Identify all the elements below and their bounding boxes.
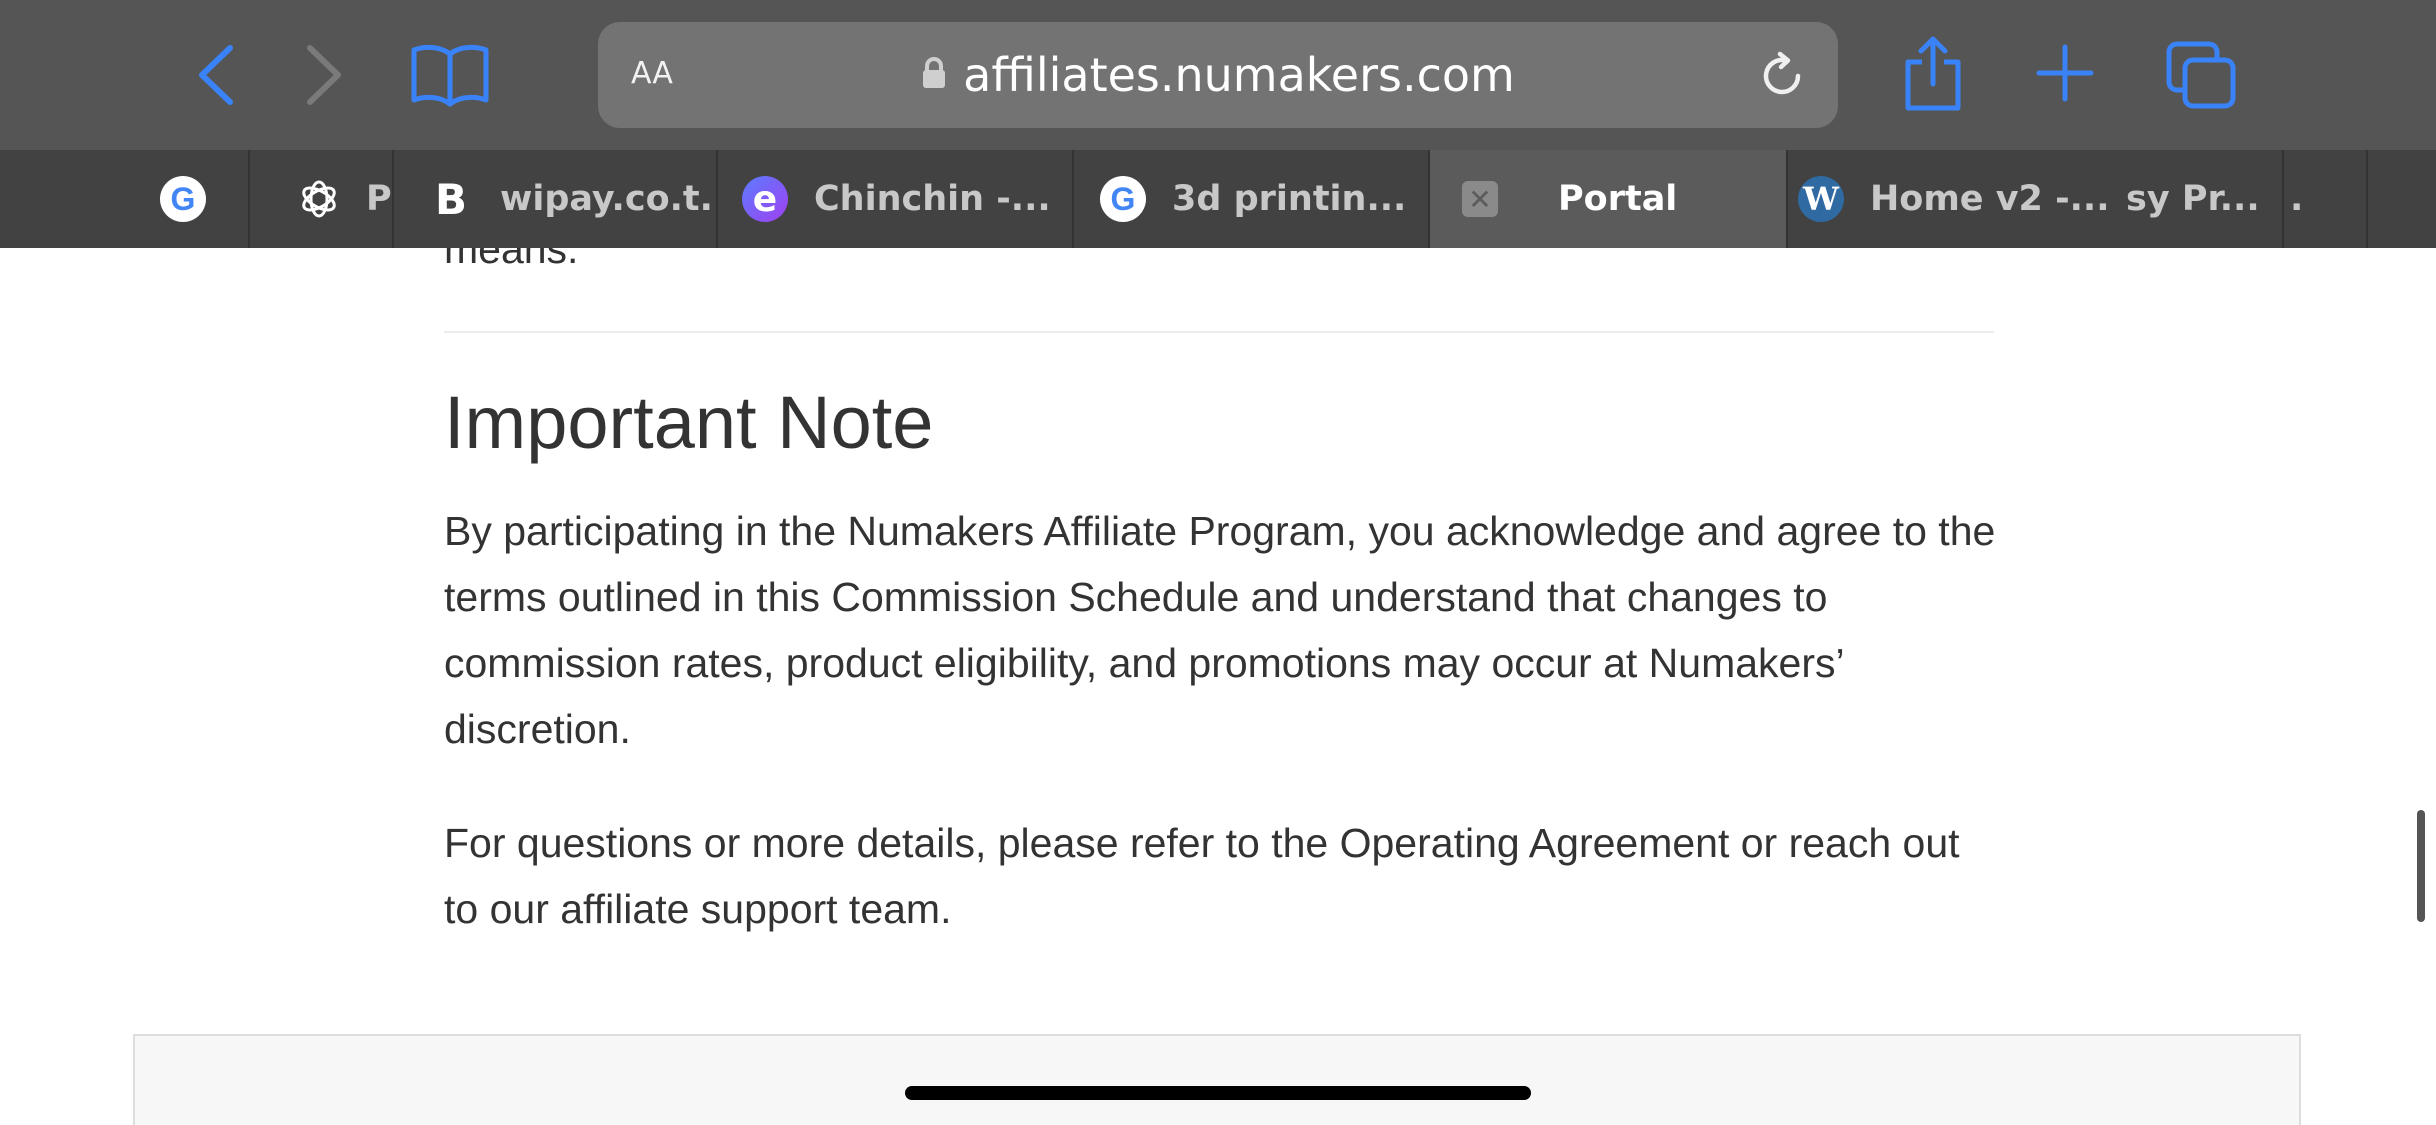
google-icon: G — [160, 176, 206, 222]
tab-label: Chinchin -... — [814, 179, 1051, 219]
bookmarks-icon[interactable] — [410, 42, 490, 108]
tab-label: wipay.co.t... — [500, 179, 718, 219]
share-icon[interactable] — [1900, 34, 1966, 114]
reload-icon[interactable] — [1756, 50, 1808, 106]
tab-portal[interactable]: ✕ Portal — [1430, 150, 1788, 248]
tab-wipay[interactable]: B wipay.co.t... — [394, 150, 718, 248]
page-content: means. Important Note By participating i… — [0, 248, 2436, 1125]
svg-text:G: G — [1111, 181, 1136, 217]
tab-overflow[interactable]: . — [2284, 150, 2368, 248]
home-indicator[interactable] — [905, 1086, 1531, 1100]
tab-3d-printing[interactable]: G 3d printin... — [1074, 150, 1430, 248]
close-icon[interactable]: ✕ — [1462, 181, 1498, 217]
openai-icon — [296, 176, 342, 222]
tab-chatgpt[interactable]: P — [250, 150, 394, 248]
section-divider — [444, 331, 1994, 333]
wordpress-icon: W — [1798, 176, 1844, 222]
tab-easy-pr[interactable]: sy Pr... — [2126, 150, 2284, 248]
tab-google[interactable]: G — [0, 150, 250, 248]
e-icon: e — [742, 176, 788, 222]
tab-label: sy Pr... — [2126, 179, 2260, 219]
forward-icon[interactable] — [300, 40, 350, 110]
tab-bar: G P B wipay.co.t... e Chinchin -... G 3d… — [0, 150, 2436, 248]
footer-panel — [133, 1034, 2301, 1125]
previous-paragraph-end: means. — [444, 248, 579, 272]
tab-overflow-end[interactable] — [2368, 150, 2436, 248]
tab-label: Portal — [1558, 179, 1678, 219]
browser-toolbar: AA affiliates.numakers.com — [0, 0, 2436, 150]
google-icon: G — [1100, 176, 1146, 222]
tab-home-v2[interactable]: W Home v2 -... — [1788, 150, 2128, 248]
tab-chinchin[interactable]: e Chinchin -... — [718, 150, 1074, 248]
scrollbar[interactable] — [2417, 810, 2425, 922]
lock-icon — [921, 56, 947, 94]
tab-label: 3d printin... — [1172, 179, 1407, 219]
address-bar[interactable]: AA affiliates.numakers.com — [598, 22, 1838, 128]
new-tab-icon[interactable] — [2035, 43, 2095, 103]
url-text: affiliates.numakers.com — [963, 48, 1515, 102]
tabs-overview-icon[interactable] — [2165, 40, 2239, 112]
acknowledgement-paragraph: By participating in the Numakers Affilia… — [444, 508, 1996, 752]
b-icon: B — [434, 174, 467, 224]
tab-label: . — [2290, 179, 2304, 219]
svg-text:G: G — [171, 181, 196, 217]
section-heading: Important Note — [444, 381, 934, 464]
tab-label: Home v2 -... — [1870, 179, 2110, 219]
back-icon[interactable] — [190, 40, 240, 110]
tab-label: P — [366, 179, 392, 219]
support-paragraph: For questions or more details, please re… — [444, 820, 1960, 932]
